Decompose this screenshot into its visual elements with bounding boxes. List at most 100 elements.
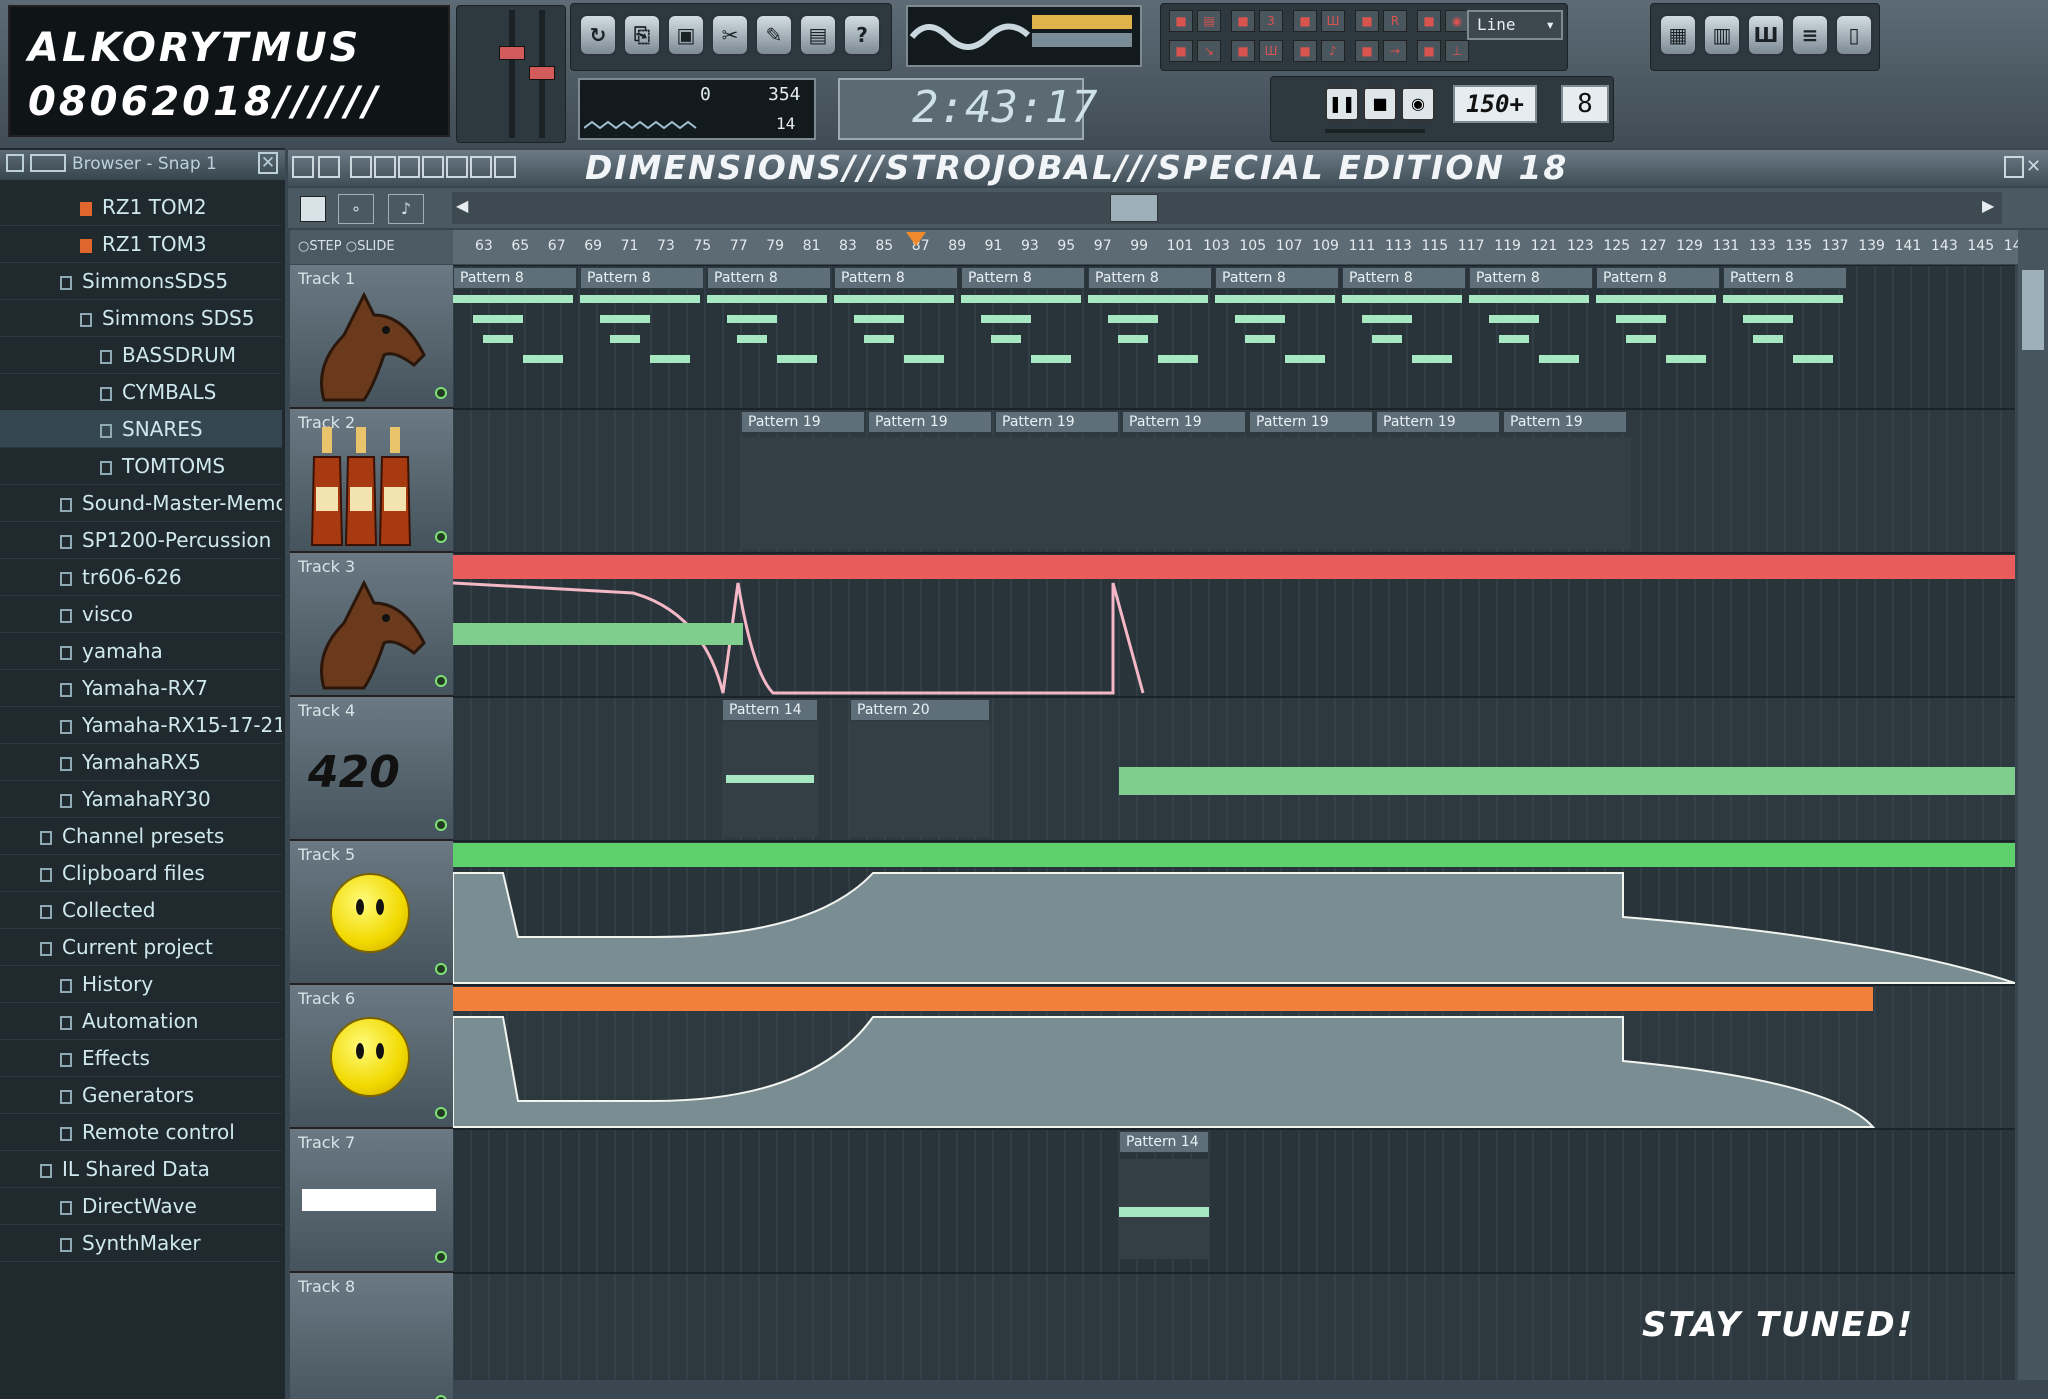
pattern-clip[interactable]: Pattern 19: [1249, 411, 1373, 433]
draw-tool-icon[interactable]: [350, 156, 372, 178]
vertical-scrollbar[interactable]: [2018, 230, 2048, 1380]
browser-item[interactable]: Remote control: [0, 1113, 282, 1151]
pattern-clip[interactable]: Pattern 8: [1469, 267, 1593, 289]
pattern-select-icon[interactable]: [300, 196, 326, 222]
delete-tool-icon[interactable]: [398, 156, 420, 178]
option-button-2[interactable]: ▤: [1197, 10, 1221, 32]
track-enable-icon[interactable]: [435, 1395, 447, 1399]
master-volume-track[interactable]: [509, 10, 515, 138]
browser-item[interactable]: SNARES: [0, 410, 282, 448]
step-slide-toggle[interactable]: ○STEP ○SLIDE: [290, 230, 453, 264]
pattern-clip[interactable]: Pattern 19: [741, 411, 865, 433]
browser-item[interactable]: Effects: [0, 1039, 282, 1077]
browser-item[interactable]: RZ1 TOM2: [0, 188, 282, 226]
track-header[interactable]: Track 3: [290, 553, 453, 697]
browser-item[interactable]: SP1200-Percussion: [0, 521, 282, 559]
open-icon[interactable]: ⎘: [623, 14, 661, 56]
magnet-icon[interactable]: [318, 156, 340, 178]
playlist-menu-icon[interactable]: [292, 156, 314, 178]
browser-item[interactable]: IL Shared Data: [0, 1150, 282, 1188]
browser-item[interactable]: CYMBALS: [0, 373, 282, 411]
tempo-display[interactable]: 150+: [1453, 85, 1537, 123]
option-button-8[interactable]: Ш: [1259, 40, 1283, 62]
option-button-12[interactable]: ♪: [1321, 40, 1345, 62]
browser-item[interactable]: DirectWave: [0, 1187, 282, 1225]
option-button-15[interactable]: ■: [1355, 40, 1379, 62]
pattern-clip[interactable]: Pattern 8: [707, 267, 831, 289]
pattern-clip[interactable]: Pattern 19: [1122, 411, 1246, 433]
pattern-clip[interactable]: Pattern 20: [850, 699, 990, 721]
option-button-11[interactable]: ■: [1293, 40, 1317, 62]
track-header[interactable]: Track 5: [290, 841, 453, 985]
browser-item[interactable]: Sound-Master-Memo...: [0, 484, 282, 522]
track-header[interactable]: Track 4 420: [290, 697, 453, 841]
browser-item[interactable]: YamahaRX5: [0, 743, 282, 781]
maximize-icon[interactable]: [2004, 156, 2024, 178]
browser-item[interactable]: Yamaha-RX7: [0, 669, 282, 707]
track-header[interactable]: Track 1: [290, 265, 453, 409]
pattern-clip[interactable]: Pattern 14: [722, 699, 818, 721]
option-button-1[interactable]: ■: [1169, 10, 1193, 32]
piano-roll-icon[interactable]: Ш: [1747, 14, 1785, 56]
help-icon[interactable]: ?: [843, 14, 881, 56]
browser-item[interactable]: RZ1 TOM3: [0, 225, 282, 263]
playlist-icon[interactable]: ▦: [1659, 14, 1697, 56]
option-button-16[interactable]: →: [1383, 40, 1407, 62]
option-button-6[interactable]: 3: [1259, 10, 1283, 32]
option-button-7[interactable]: ■: [1231, 40, 1255, 62]
track-enable-icon[interactable]: [435, 963, 447, 975]
browser-item[interactable]: Automation: [0, 1002, 282, 1040]
track-enable-icon[interactable]: [435, 819, 447, 831]
pause-button[interactable]: ❚❚: [1325, 87, 1359, 121]
pattern-clip[interactable]: Pattern 19: [1376, 411, 1500, 433]
track-header[interactable]: Track 8: [290, 1273, 453, 1399]
mute-tool-icon[interactable]: [422, 156, 444, 178]
browser-item[interactable]: YamahaRY30: [0, 780, 282, 818]
paint-tool-icon[interactable]: [374, 156, 396, 178]
record-mic-icon[interactable]: ✎: [755, 14, 793, 56]
option-button-4[interactable]: ↘: [1197, 40, 1221, 62]
browser-menu-icon[interactable]: [6, 154, 24, 172]
main-volume-slider[interactable]: [1325, 129, 1425, 133]
mixer-icon[interactable]: ▯: [1835, 14, 1873, 56]
browser-item[interactable]: Generators: [0, 1076, 282, 1114]
step-sequencer-icon[interactable]: ▥: [1703, 14, 1741, 56]
browser-item[interactable]: SimmonsSDS5: [0, 262, 282, 300]
pattern-clip[interactable]: Pattern 8: [961, 267, 1085, 289]
browser-item[interactable]: History: [0, 965, 282, 1003]
scroll-right-icon[interactable]: ▶: [1982, 196, 1994, 215]
snap-mode-dropdown[interactable]: Line ▾: [1467, 10, 1563, 40]
browser-item[interactable]: SynthMaker: [0, 1224, 282, 1262]
pattern-clip[interactable]: Pattern 19: [868, 411, 992, 433]
horizontal-scrollbar[interactable]: ◀ ▶: [452, 192, 2002, 224]
browser-item[interactable]: Current project: [0, 928, 282, 966]
browser-item[interactable]: Simmons SDS5: [0, 299, 282, 337]
pattern-clip[interactable]: Pattern 8: [1088, 267, 1212, 289]
pattern-clip[interactable]: Pattern 19: [995, 411, 1119, 433]
browser-item[interactable]: Collected: [0, 891, 282, 929]
option-button-20[interactable]: ⊥: [1445, 40, 1469, 62]
pattern-selector[interactable]: 8: [1561, 85, 1609, 123]
playhead-marker[interactable]: [906, 232, 926, 246]
browser-item[interactable]: Clipboard files: [0, 854, 282, 892]
option-button-14[interactable]: R: [1383, 10, 1407, 32]
pattern-clip[interactable]: Pattern 8: [1723, 267, 1847, 289]
pattern-clip[interactable]: Pattern 8: [1215, 267, 1339, 289]
pattern-clip[interactable]: Pattern 8: [580, 267, 704, 289]
option-button-3[interactable]: ■: [1169, 40, 1193, 62]
pattern-clip[interactable]: Pattern 8: [1342, 267, 1466, 289]
step-mode-icon[interactable]: ∘: [338, 194, 374, 224]
select-tool-icon[interactable]: [470, 156, 492, 178]
browser-item[interactable]: tr606-626: [0, 558, 282, 596]
loop-icon[interactable]: ↻: [579, 14, 617, 56]
option-button-18[interactable]: ◉: [1445, 10, 1469, 32]
track-enable-icon[interactable]: [435, 1251, 447, 1263]
scroll-left-icon[interactable]: ◀: [456, 196, 468, 215]
browser-item[interactable]: TOMTOMS: [0, 447, 282, 485]
vertical-scrollbar-thumb[interactable]: [2022, 270, 2044, 350]
stop-button[interactable]: ■: [1363, 87, 1397, 121]
track-header[interactable]: Track 7: [290, 1129, 453, 1273]
template-icon[interactable]: ▤: [799, 14, 837, 56]
option-button-10[interactable]: Ш: [1321, 10, 1345, 32]
note-icon[interactable]: ♪: [388, 194, 424, 224]
